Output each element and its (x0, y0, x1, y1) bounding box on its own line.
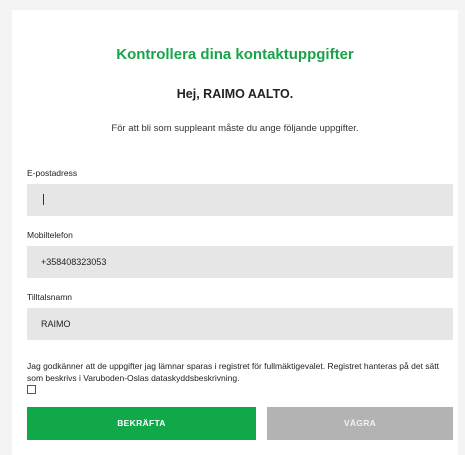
email-field[interactable] (27, 184, 453, 216)
nickname-label: Tilltalsnamn (27, 292, 73, 302)
page-title: Kontrollera dina kontaktuppgifter (116, 46, 354, 63)
phone-label: Mobiltelefon (27, 230, 73, 240)
right-edge (458, 10, 465, 455)
consent-text: Jag godkänner att de uppgifter jag lämna… (27, 361, 440, 383)
phone-field[interactable]: +358408323053 (27, 246, 453, 278)
email-label: E-postadress (27, 168, 78, 178)
consent-checkbox[interactable] (27, 385, 36, 394)
top-strip (0, 0, 465, 10)
nickname-field[interactable]: RAIMO (27, 308, 453, 340)
page: Kontrollera dina kontaktuppgifter Hej, R… (0, 0, 465, 455)
left-edge (0, 10, 12, 455)
phone-value: +358408323053 (41, 257, 107, 267)
nickname-value: RAIMO (41, 319, 71, 329)
confirm-button[interactable]: BEKRÄFTA (27, 407, 256, 440)
greeting: Hej, RAIMO AALTO. (176, 87, 294, 101)
text-caret (43, 194, 44, 205)
contact-form-card: Kontrollera dina kontaktuppgifter Hej, R… (12, 10, 458, 455)
intro-text: För att bli som suppleant måste du ange … (111, 123, 359, 134)
refuse-button[interactable]: VÄGRA (267, 407, 453, 440)
